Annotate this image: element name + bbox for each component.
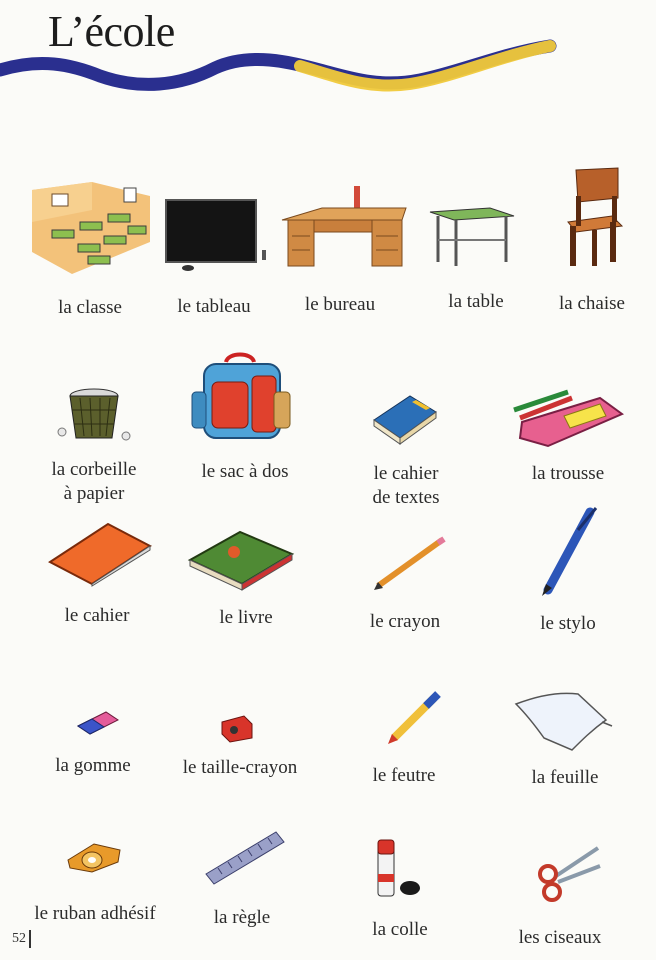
- pencil-case-icon: [513, 389, 625, 448]
- decorative-wave: [0, 39, 557, 92]
- pen-icon: [542, 507, 598, 596]
- vocab-label: les ciseaux: [518, 927, 602, 948]
- blackboard-icon: [165, 199, 266, 271]
- book-icon: [187, 530, 295, 591]
- vocab-label: le ruban adhésif: [34, 903, 156, 924]
- notebook-icon: [48, 522, 152, 587]
- glue-stick-icon: [377, 839, 420, 897]
- vocab-label: le cahier de textes: [372, 463, 440, 508]
- backpack-icon: [191, 352, 291, 439]
- vocab-label: le tableau: [177, 296, 251, 317]
- vocab-label: le bureau: [304, 294, 376, 315]
- desk-icon: [281, 186, 407, 267]
- eraser-icon: [77, 711, 119, 735]
- tape-icon: [67, 843, 121, 873]
- vocab-label: la chaise: [559, 293, 625, 314]
- vocab-label: le stylo: [540, 613, 596, 634]
- vocab-label: la règle: [213, 907, 271, 928]
- chair-icon: [567, 167, 624, 266]
- vocab-label: la colle: [372, 919, 428, 940]
- wastebasket-icon: [57, 388, 131, 441]
- vocab-label: la corbeille à papier: [51, 459, 137, 504]
- vocab-label: le cahier: [64, 605, 130, 626]
- scissors-icon: [538, 846, 601, 902]
- marker-icon: [388, 691, 441, 744]
- vocab-label: le feutre: [372, 765, 436, 786]
- homework-diary-icon: [373, 395, 437, 445]
- vocab-label: la trousse: [531, 463, 605, 484]
- ruler-icon: [205, 831, 285, 885]
- vocab-label: la gomme: [55, 755, 131, 776]
- paper-sheet-icon: [514, 692, 613, 751]
- vocab-label: la feuille: [531, 767, 599, 788]
- vocab-label: le livre: [219, 607, 273, 628]
- table-icon: [429, 207, 515, 266]
- vocab-label: le taille-crayon: [182, 757, 298, 778]
- pencil-icon: [374, 536, 446, 590]
- sharpener-icon: [221, 715, 253, 743]
- vocab-label: la table: [448, 291, 504, 312]
- vocab-label: la classe: [58, 297, 122, 318]
- vocab-label: le sac à dos: [201, 461, 289, 482]
- classroom-icon: [32, 182, 150, 274]
- vocab-label: le crayon: [369, 611, 441, 632]
- page-number: 52: [12, 930, 31, 948]
